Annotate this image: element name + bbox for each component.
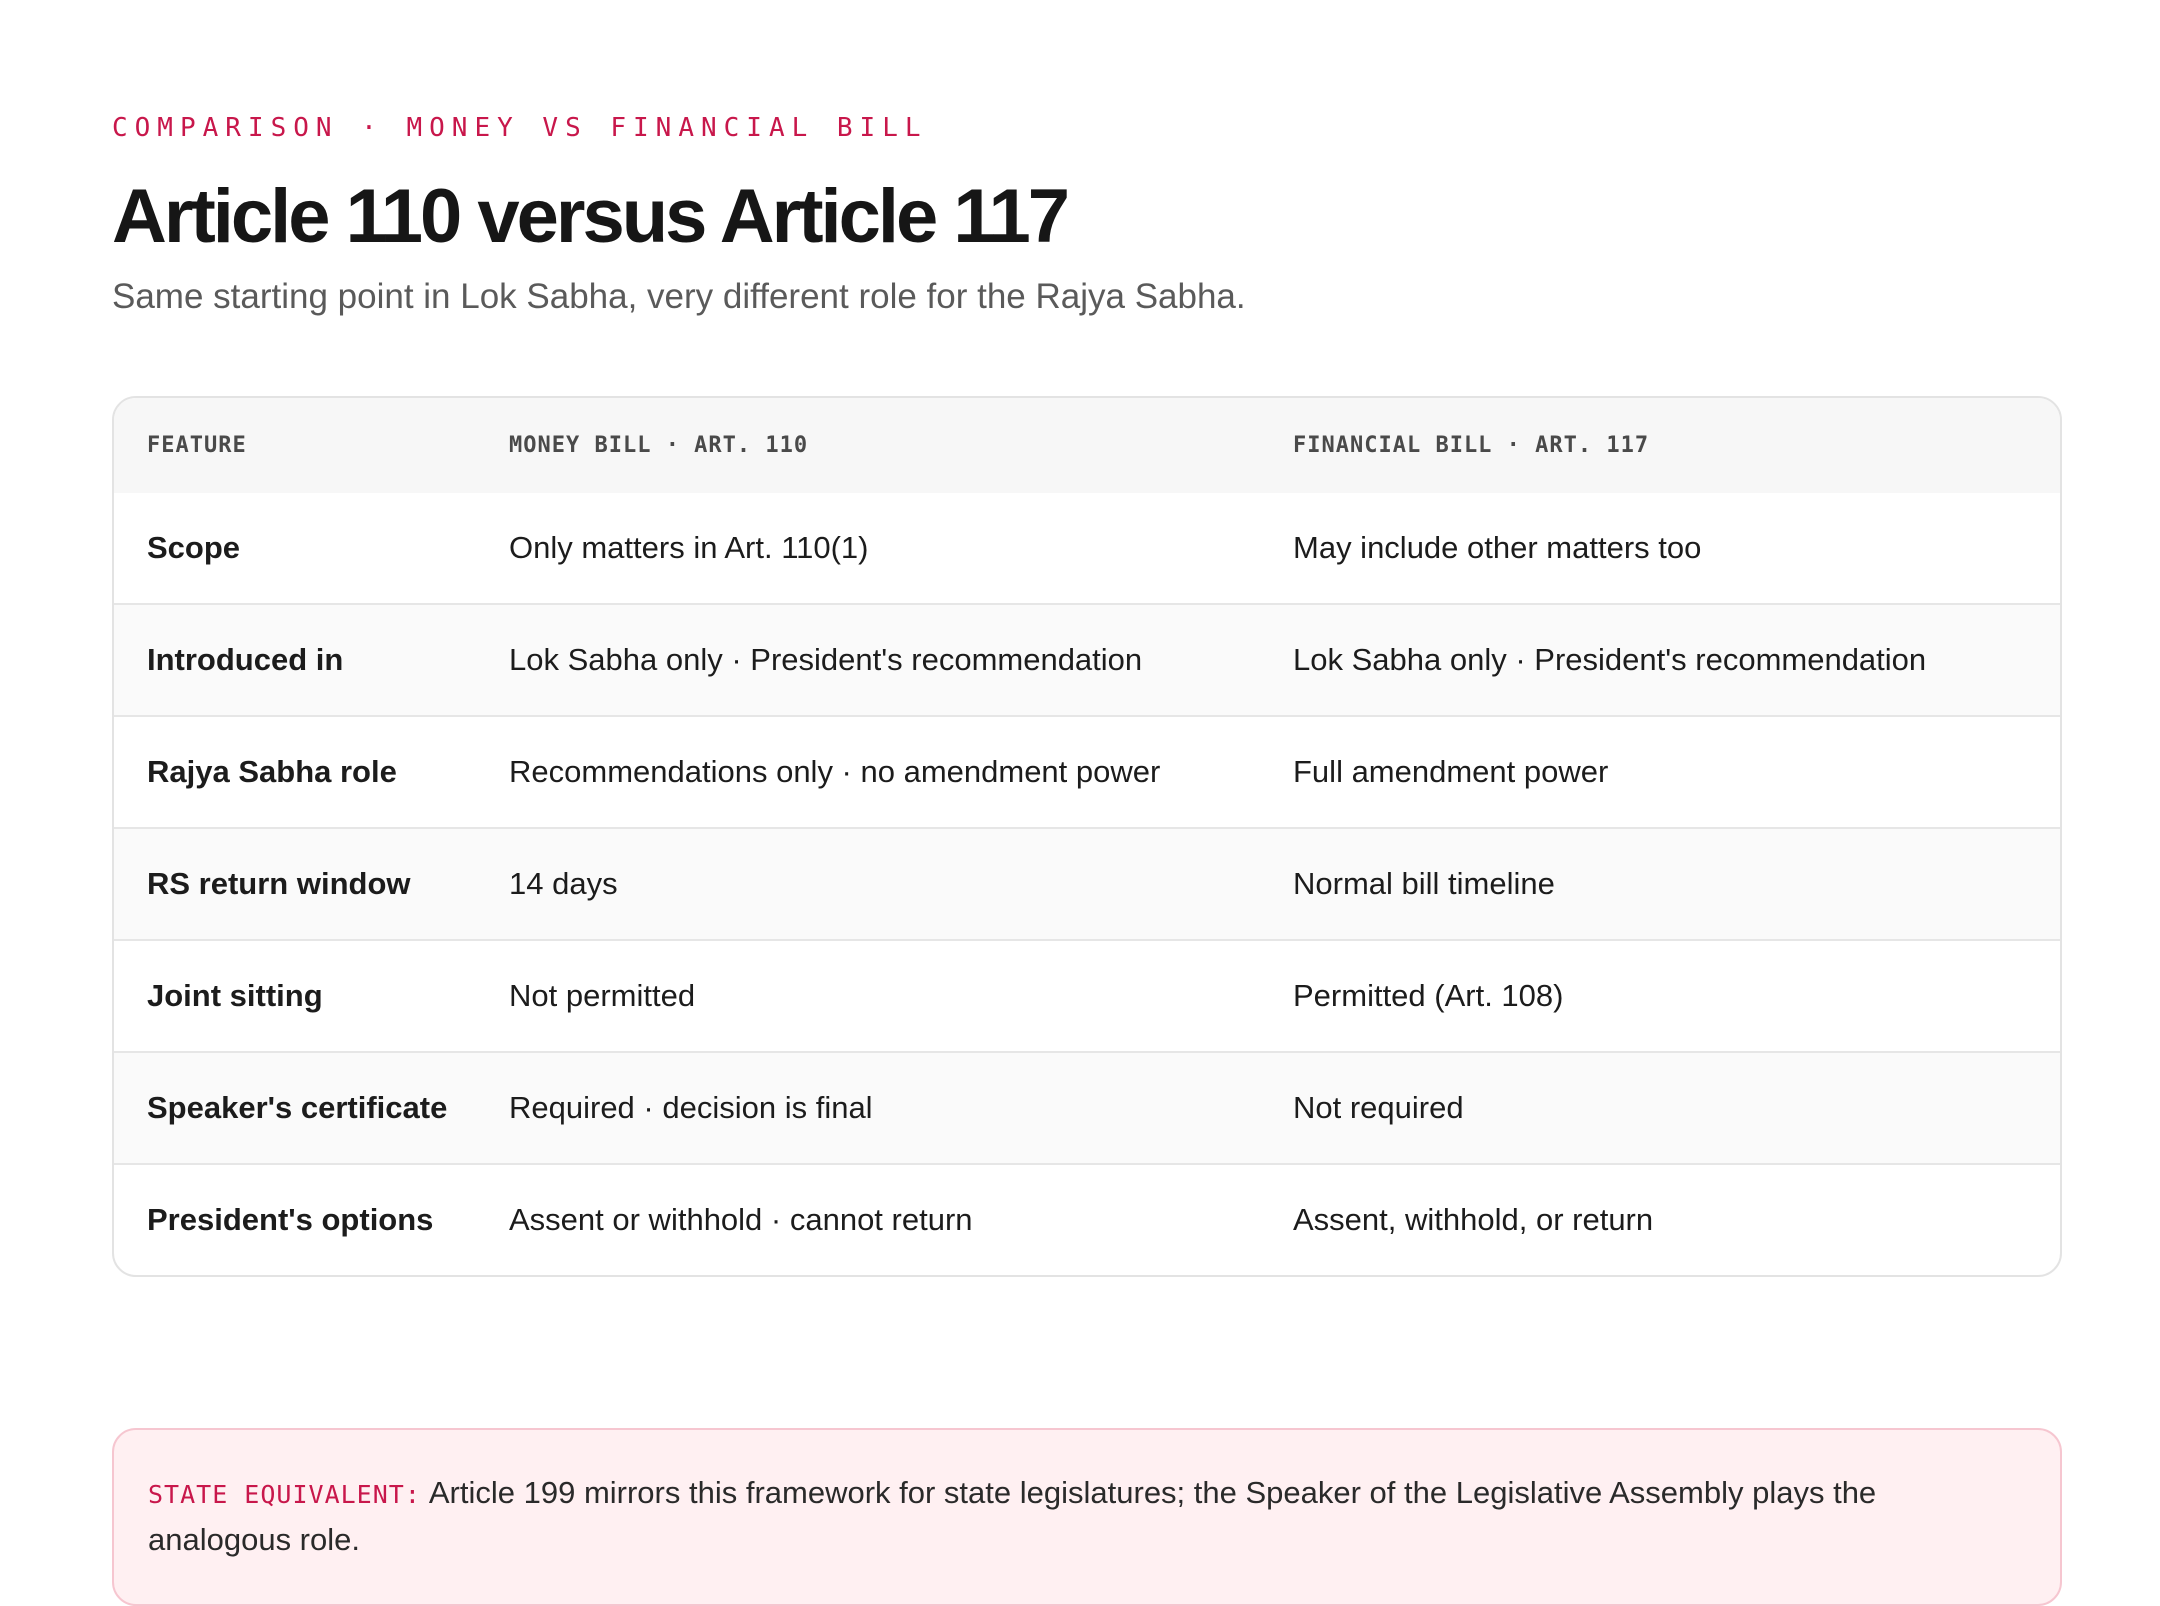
feature-cell: Speaker's certificate	[114, 1051, 509, 1164]
table-row: Scope Only matters in Art. 110(1) May in…	[114, 493, 2060, 604]
financial-bill-cell: Lok Sabha only · President's recommendat…	[1293, 603, 2060, 716]
state-equivalent-callout: STATE EQUIVALENT: Article 199 mirrors thi…	[112, 1428, 2062, 1606]
money-bill-cell: Required · decision is final	[509, 1051, 1293, 1164]
column-header-feature: FEATURE	[114, 398, 509, 493]
eyebrow-label: COMPARISON · MONEY VS FINANCIAL BILL	[112, 113, 928, 143]
feature-cell: Scope	[147, 530, 241, 565]
page-subtitle: Same starting point in Lok Sabha, very d…	[112, 277, 1246, 316]
table-row: Joint sitting Not permitted Permitted (A…	[114, 939, 2060, 1052]
page-title: Article 110 versus Article 117	[112, 174, 1070, 259]
table-header-row: FEATURE MONEY BILL · ART. 110 FINANCIAL …	[114, 398, 2060, 493]
money-bill-cell: Recommendations only · no amendment powe…	[509, 715, 1293, 828]
financial-bill-cell: Normal bill timeline	[1293, 827, 2060, 940]
feature-cell: Joint sitting	[114, 939, 509, 1052]
table-body: Scope Only matters in Art. 110(1) May in…	[114, 493, 2060, 1275]
feature-cell: Rajya Sabha role	[114, 715, 509, 828]
table-row: Rajya Sabha role Recommendations only · …	[114, 715, 2060, 828]
table-row: Speaker's certificate Required · decisio…	[114, 1051, 2060, 1164]
table-row: RS return window 14 days Normal bill tim…	[114, 827, 2060, 940]
table-row: President's options Assent or withhold ·…	[114, 1163, 2060, 1275]
financial-bill-cell: May include other matters too	[1293, 530, 1702, 565]
money-bill-cell: Assent or withhold · cannot return	[509, 1163, 1293, 1275]
money-bill-cell: Only matters in Art. 110(1)	[509, 530, 869, 565]
column-header-money-bill: MONEY BILL · ART. 110	[509, 398, 1293, 493]
money-bill-cell: Not permitted	[509, 939, 1293, 1052]
financial-bill-cell: Assent, withhold, or return	[1293, 1163, 2060, 1275]
financial-bill-cell: Full amendment power	[1293, 715, 2060, 828]
financial-bill-cell: Permitted (Art. 108)	[1293, 939, 2060, 1052]
financial-bill-cell: Not required	[1293, 1051, 2060, 1164]
callout-label: STATE EQUIVALENT:	[148, 1480, 421, 1509]
column-header-financial-bill: FINANCIAL BILL · ART. 117	[1293, 398, 2060, 493]
comparison-table: FEATURE MONEY BILL · ART. 110 FINANCIAL …	[114, 398, 2060, 1275]
feature-cell: Introduced in	[114, 603, 509, 716]
table-header: FEATURE MONEY BILL · ART. 110 FINANCIAL …	[114, 398, 2060, 493]
feature-cell: RS return window	[114, 827, 509, 940]
table-row: Introduced in Lok Sabha only · President…	[114, 603, 2060, 716]
money-bill-cell: Lok Sabha only · President's recommendat…	[509, 603, 1293, 716]
feature-cell: President's options	[114, 1163, 509, 1275]
money-bill-cell: 14 days	[509, 827, 1293, 940]
comparison-table-card: FEATURE MONEY BILL · ART. 110 FINANCIAL …	[112, 396, 2062, 1277]
page: COMPARISON · MONEY VS FINANCIAL BILL Art…	[112, 110, 2062, 1606]
